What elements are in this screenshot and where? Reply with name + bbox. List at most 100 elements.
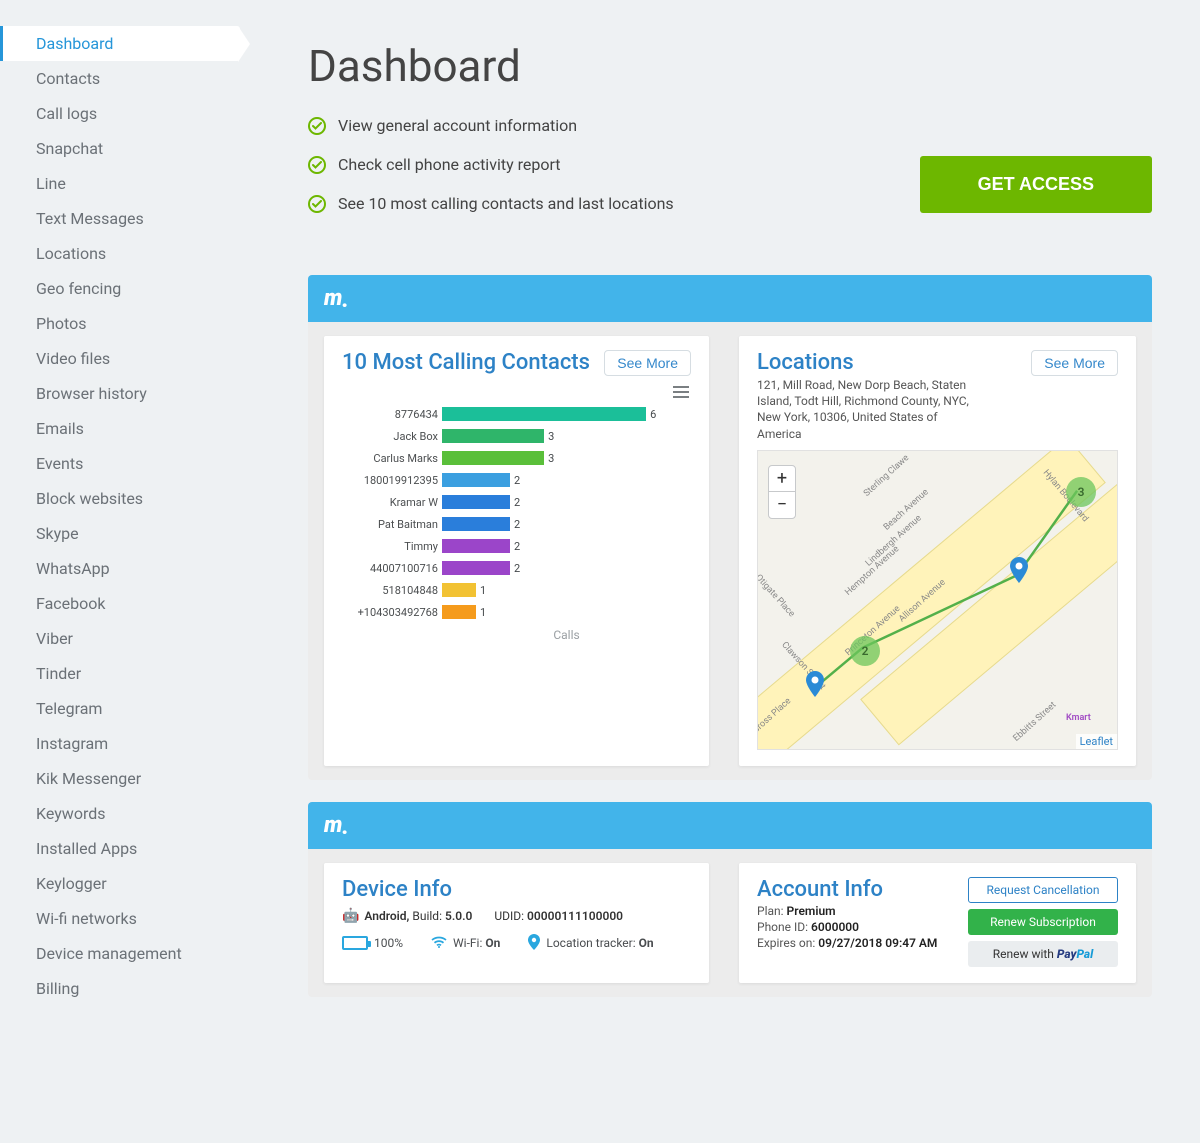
request-cancellation-button[interactable]: Request Cancellation (968, 877, 1118, 903)
renew-subscription-button[interactable]: Renew Subscription (968, 909, 1118, 935)
sidebar-item-viber[interactable]: Viber (0, 621, 240, 656)
contacts-bar-chart: 87764346Jack Box3Carlus Marks31800199123… (342, 404, 691, 622)
sidebar-item-whatsapp[interactable]: WhatsApp (0, 551, 240, 586)
sidebar-item-telegram[interactable]: Telegram (0, 691, 240, 726)
sidebar-item-geo-fencing[interactable]: Geo fencing (0, 271, 240, 306)
chart-bar (442, 561, 510, 575)
chart-bar-row: Kramar W 2 (342, 492, 691, 512)
battery-status: 100% (342, 936, 403, 950)
chart-bar (442, 605, 476, 619)
sidebar-item-skype[interactable]: Skype (0, 516, 240, 551)
location-icon (528, 934, 540, 953)
device-os-row: 🤖 Android, Build: 5.0.0 UDID: 0000011110… (342, 908, 691, 924)
battery-icon (342, 936, 368, 950)
sidebar-item-billing[interactable]: Billing (0, 971, 240, 1006)
chart-bar (442, 583, 476, 597)
account-buttons: Request Cancellation Renew Subscription … (968, 877, 1118, 967)
chart-bar-row: Carlus Marks3 (342, 448, 691, 468)
sidebar-item-keywords[interactable]: Keywords (0, 796, 240, 831)
map-cluster[interactable]: 3 (1066, 477, 1096, 507)
sidebar-item-contacts[interactable]: Contacts (0, 61, 240, 96)
locations-title: Locations (757, 350, 977, 375)
sidebar-item-video-files[interactable]: Video files (0, 341, 240, 376)
chart-value-label: 2 (514, 474, 520, 487)
sidebar-item-facebook[interactable]: Facebook (0, 586, 240, 621)
chart-bar-row: Jack Box3 (342, 426, 691, 446)
see-more-contacts-button[interactable]: See More (604, 350, 691, 376)
chart-category-label: 180019912395 (342, 474, 442, 487)
zoom-in-button[interactable]: + (769, 466, 795, 492)
sidebar-item-keylogger[interactable]: Keylogger (0, 866, 240, 901)
chart-bar-row: Timmy2 (342, 536, 691, 556)
chart-value-label: 1 (480, 606, 486, 619)
sidebar-item-emails[interactable]: Emails (0, 411, 240, 446)
map-attribution-link[interactable]: Leaflet (1076, 734, 1117, 749)
wifi-icon (431, 936, 447, 951)
sidebar-item-call-logs[interactable]: Call logs (0, 96, 240, 131)
locations-address: 121, Mill Road, New Dorp Beach, Staten I… (757, 377, 977, 442)
card-device-info: Device Info 🤖 Android, Build: 5.0.0 UDID… (324, 863, 709, 983)
chart-bar (442, 495, 510, 509)
chart-menu-icon[interactable] (673, 386, 689, 398)
chart-bar (442, 539, 510, 553)
main-content: Dashboard View general account informati… (240, 0, 1200, 1049)
chart-value-label: 3 (548, 452, 554, 465)
feature-item: Check cell phone activity report (308, 155, 674, 174)
chart-bar-row: 5181048481 (342, 580, 691, 600)
sidebar-item-locations[interactable]: Locations (0, 236, 240, 271)
map-pin-icon[interactable] (806, 671, 824, 697)
chart-bar-row: 180019912395 2 (342, 470, 691, 490)
sidebar-item-line[interactable]: Line (0, 166, 240, 201)
chart-value-label: 2 (514, 562, 520, 575)
chart-category-label: Timmy (342, 540, 442, 553)
panel-header: m. (308, 275, 1152, 322)
chart-bar (442, 451, 544, 465)
card-contacts: 10 Most Calling Contacts See More 877643… (324, 336, 709, 766)
chart-bar (442, 407, 646, 421)
check-icon (308, 117, 326, 135)
sidebar-item-dashboard[interactable]: Dashboard (0, 26, 240, 61)
sidebar-item-device-management[interactable]: Device management (0, 936, 240, 971)
sidebar-item-block-websites[interactable]: Block websites (0, 481, 240, 516)
sidebar-item-installed-apps[interactable]: Installed Apps (0, 831, 240, 866)
sidebar: DashboardContactsCall logsSnapchatLineTe… (0, 0, 240, 1049)
map[interactable]: Sterling Clawe Hylan Boulevard Beach Ave… (757, 450, 1118, 750)
sidebar-item-tinder[interactable]: Tinder (0, 656, 240, 691)
get-access-button[interactable]: GET ACCESS (920, 156, 1152, 213)
sidebar-item-browser-history[interactable]: Browser history (0, 376, 240, 411)
chart-bar (442, 473, 510, 487)
sidebar-item-photos[interactable]: Photos (0, 306, 240, 341)
chart-bar (442, 429, 544, 443)
chart-category-label: 44007100716 (342, 562, 442, 575)
sidebar-item-events[interactable]: Events (0, 446, 240, 481)
renew-paypal-button[interactable]: Renew with PayPal (968, 941, 1118, 967)
chart-value-label: 3 (548, 430, 554, 443)
chart-bar-row: 87764346 (342, 404, 691, 424)
panel-info: m. Device Info 🤖 Android, Build: 5.0.0 U… (308, 802, 1152, 997)
map-pin-icon[interactable] (1010, 557, 1028, 583)
check-icon (308, 195, 326, 213)
sidebar-item-snapchat[interactable]: Snapchat (0, 131, 240, 166)
zoom-out-button[interactable]: − (769, 492, 795, 518)
chart-category-label: Kramar W (342, 496, 442, 509)
card-locations: Locations 121, Mill Road, New Dorp Beach… (739, 336, 1136, 766)
chart-category-label: +104303492768 (342, 606, 442, 619)
chart-category-label: 8776434 (342, 408, 442, 421)
sidebar-item-text-messages[interactable]: Text Messages (0, 201, 240, 236)
panel-header: m. (308, 802, 1152, 849)
sidebar-item-instagram[interactable]: Instagram (0, 726, 240, 761)
chart-value-label: 2 (514, 496, 520, 509)
android-icon: 🤖 (342, 908, 359, 924)
feature-item: View general account information (308, 116, 674, 135)
sidebar-item-kik-messenger[interactable]: Kik Messenger (0, 761, 240, 796)
contacts-title: 10 Most Calling Contacts (342, 350, 590, 375)
device-title: Device Info (342, 877, 691, 902)
logo-icon: m. (324, 813, 347, 838)
card-account-info: Request Cancellation Renew Subscription … (739, 863, 1136, 983)
sidebar-item-wi-fi-networks[interactable]: Wi-fi networks (0, 901, 240, 936)
chart-bar-row: Pat Baitman2 (342, 514, 691, 534)
see-more-locations-button[interactable]: See More (1031, 350, 1118, 376)
check-icon (308, 156, 326, 174)
chart-bar-row: +104303492768 1 (342, 602, 691, 622)
map-cluster[interactable]: 2 (850, 636, 880, 666)
